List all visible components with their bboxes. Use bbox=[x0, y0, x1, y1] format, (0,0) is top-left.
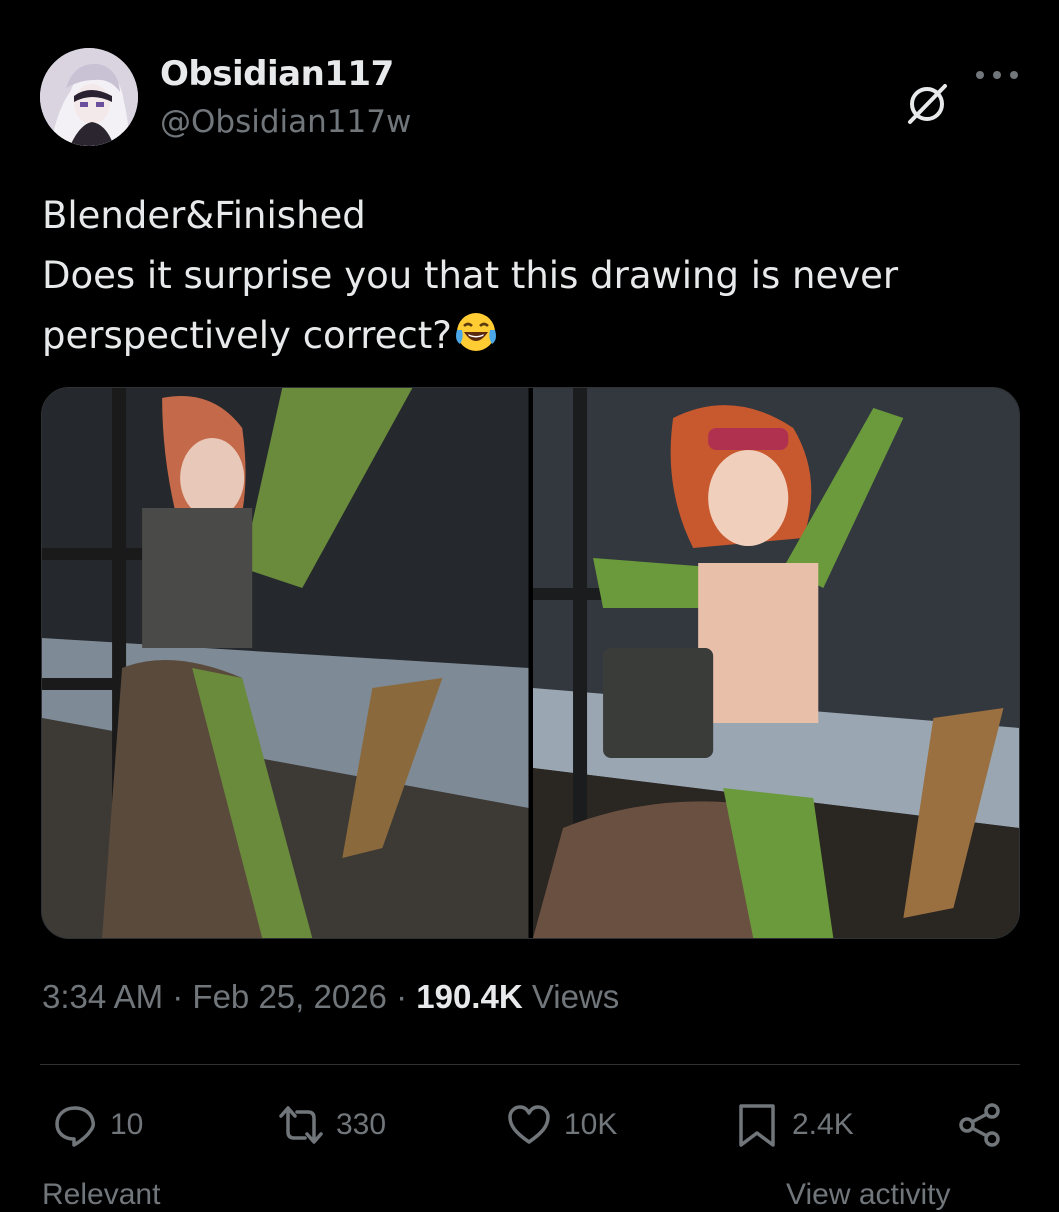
bookmark-count: 2.4K bbox=[792, 1108, 854, 1141]
bookmark-icon bbox=[739, 1104, 775, 1147]
bookmark-button[interactable]: 2.4K bbox=[734, 1102, 854, 1148]
tears-of-joy-emoji-icon bbox=[455, 313, 496, 351]
meta-separator: · bbox=[386, 978, 417, 1015]
views-count: 190.4K bbox=[416, 978, 523, 1015]
tweet-line-2: Does it surprise you that this drawing i… bbox=[42, 254, 899, 297]
handle[interactable]: @Obsidian117w bbox=[160, 104, 411, 140]
repost-count: 330 bbox=[336, 1108, 387, 1141]
relevant-sort[interactable]: Relevant bbox=[42, 1178, 160, 1212]
repost-icon bbox=[279, 1106, 323, 1144]
tweet-meta: 3:34 AM · Feb 25, 2026 · 190.4K Views bbox=[42, 978, 619, 1016]
share-button[interactable] bbox=[958, 1102, 1004, 1148]
reply-button[interactable]: 10 bbox=[52, 1102, 143, 1148]
media-image-finished-drawing[interactable] bbox=[532, 388, 1019, 938]
tweet-time[interactable]: 3:34 AM bbox=[42, 978, 163, 1015]
media-image-blender-render[interactable] bbox=[42, 388, 529, 938]
view-activity-link[interactable]: View activity bbox=[786, 1178, 951, 1212]
avatar[interactable] bbox=[40, 48, 138, 146]
repost-button[interactable]: 330 bbox=[278, 1102, 386, 1148]
tweet-date[interactable]: Feb 25, 2026 bbox=[192, 978, 387, 1015]
tweet-line-3: perspectively correct? bbox=[42, 306, 1022, 366]
like-count: 10K bbox=[564, 1108, 618, 1141]
meta-separator: · bbox=[163, 978, 193, 1015]
reply-icon bbox=[55, 1106, 95, 1147]
heart-icon bbox=[508, 1105, 550, 1144]
more-icon[interactable] bbox=[974, 70, 1020, 80]
grok-icon[interactable] bbox=[905, 82, 949, 126]
views-label: Views bbox=[522, 978, 620, 1015]
tweet-line-1: Blender&Finished bbox=[42, 194, 366, 237]
display-name[interactable]: Obsidian117 bbox=[160, 54, 394, 94]
share-icon bbox=[959, 1103, 1000, 1147]
tweet-line-3-text: perspectively correct? bbox=[42, 314, 452, 357]
divider bbox=[40, 1064, 1020, 1065]
like-button[interactable]: 10K bbox=[506, 1102, 617, 1148]
reply-count: 10 bbox=[110, 1108, 144, 1141]
tweet-text: Blender&Finished Does it surprise you th… bbox=[42, 186, 1022, 366]
media-grid[interactable] bbox=[41, 387, 1020, 939]
